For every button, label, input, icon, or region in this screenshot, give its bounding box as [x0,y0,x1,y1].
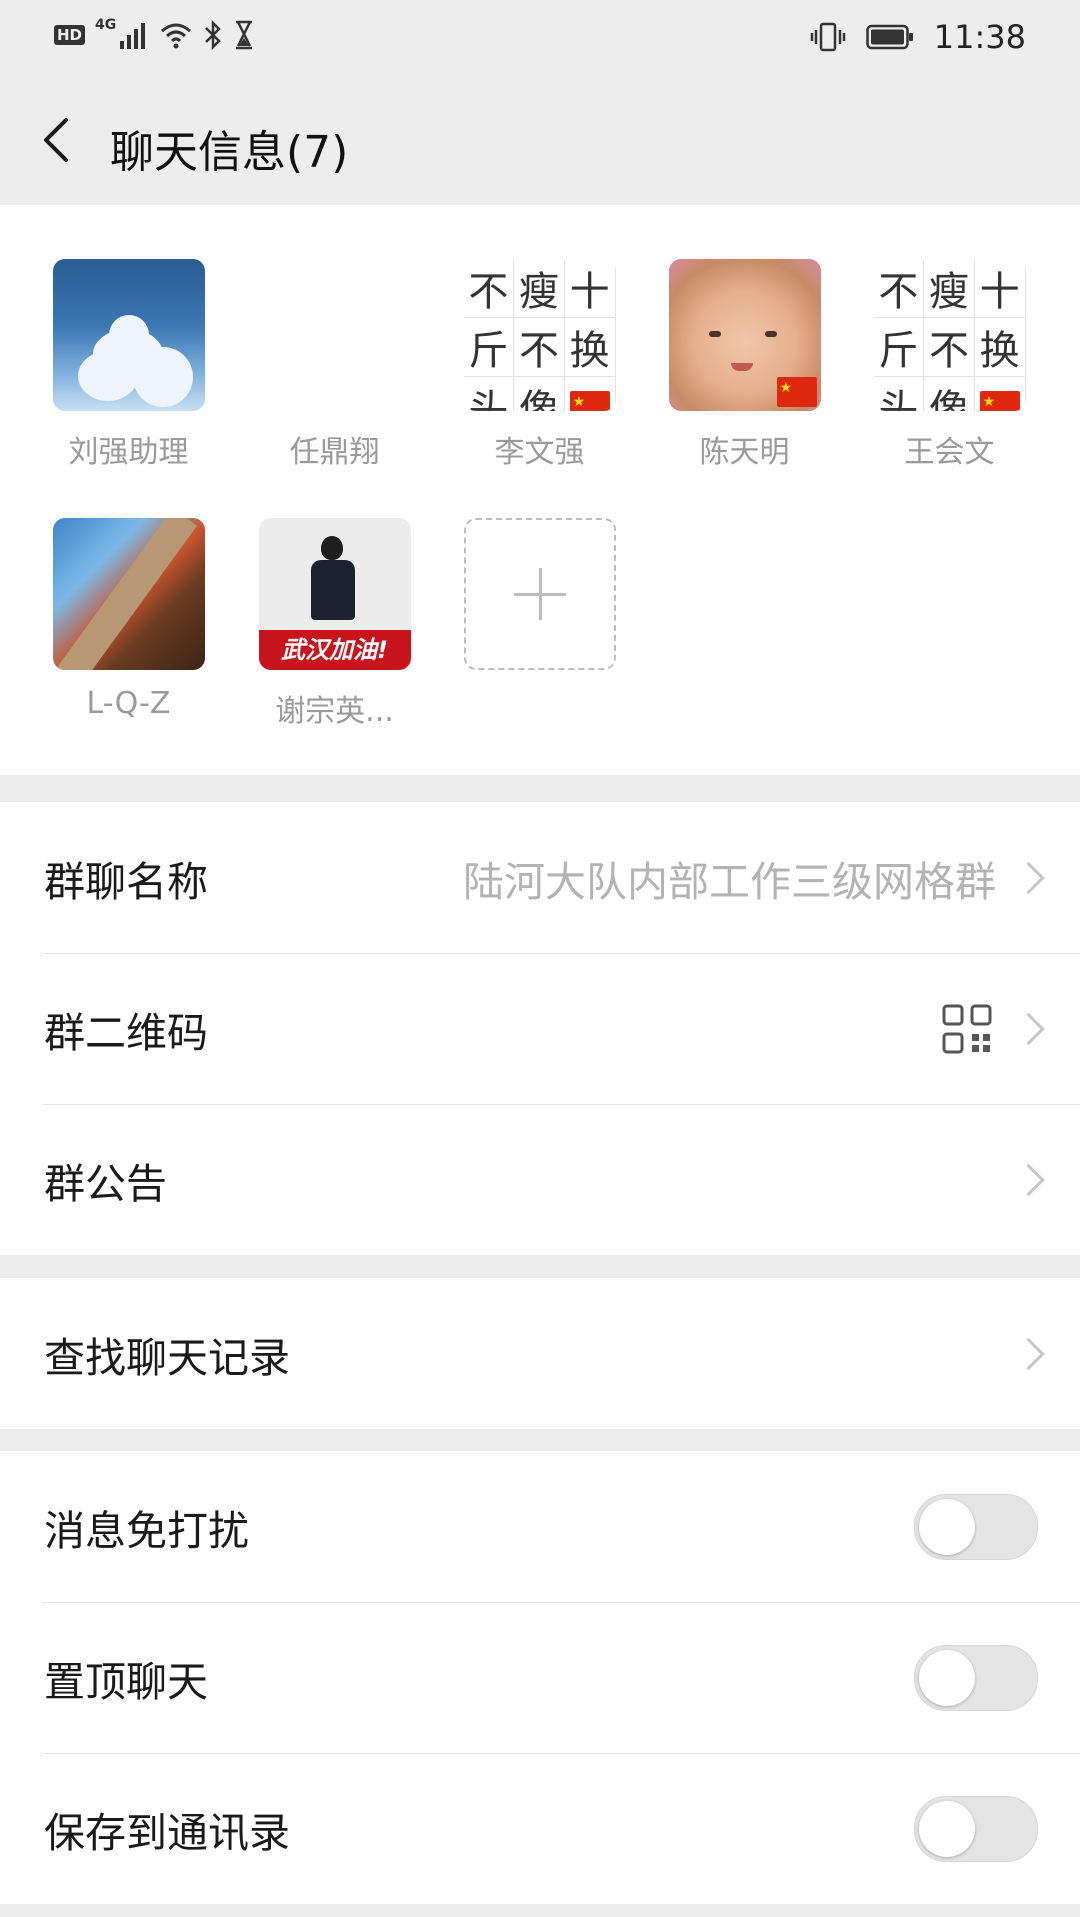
group-notice-row[interactable]: 群公告 [0,1104,1080,1255]
avatar-text: 不 [514,318,565,377]
member-item[interactable]: 刘强助理 [26,259,231,471]
avatar-text: 像 [924,377,975,411]
toggle-knob [919,1800,975,1857]
chevron-right-icon [1012,1337,1045,1370]
wifi-icon [161,23,192,49]
save-contacts-toggle[interactable] [914,1795,1038,1862]
toggle-knob [919,1498,975,1555]
bluetooth-icon [205,20,222,50]
avatar-text: 斤 [463,318,515,377]
page-title: 聊天信息(7) [110,127,349,178]
group-qr-label: 群二维码 [44,1008,208,1057]
member-name: L-Q-Z [86,686,171,721]
member-name: 任鼎翔 [289,435,380,470]
group-name-row[interactable]: 群聊名称 陆河大队内部工作三级网格群 [0,802,1080,953]
avatar [258,259,411,411]
avatar-text: 换 [974,318,1026,377]
avatar-text: 不 [873,259,925,318]
mute-label: 消息免打扰 [44,1506,249,1555]
avatar-text: 十 [564,259,616,318]
search-history-row[interactable]: 查找聊天记录 [0,1278,1080,1429]
save-contacts-row: 保存到通讯录 [0,1753,1080,1904]
vibrate-icon [810,22,846,52]
members-panel: 刘强助理 任鼎翔 不 瘦 十 斤 不 换 头 像 李文强 陈天明 不 [0,205,1080,775]
avatar: 武汉加油! [258,518,411,670]
member-item[interactable]: L-Q-Z [26,518,231,721]
avatar: 不 瘦 十 斤 不 换 头 像 [873,259,1026,411]
group-name-label: 群聊名称 [44,857,208,906]
avatar-text: 不 [463,259,515,318]
avatar-text: 头 [464,377,515,411]
back-arrow-icon[interactable] [30,110,90,170]
avatar-text: 斤 [873,318,925,377]
avatar-text: 十 [974,259,1026,318]
pin-label: 置顶聊天 [44,1657,208,1706]
nav-header: 聊天信息(7) [0,76,1080,204]
signal-icon [120,23,146,49]
status-right: 11:38 [810,18,1026,56]
pin-toggle[interactable] [914,1644,1038,1711]
group-name-value: 陆河大队内部工作三级网格群 [463,857,996,906]
group-info-section: 群聊名称 陆河大队内部工作三级网格群 群二维码 群公告 [0,802,1080,1255]
mute-row: 消息免打扰 [0,1451,1080,1602]
china-flag-icon [979,391,1020,411]
member-name: 王会文 [904,435,995,470]
member-item[interactable]: 陈天明 [642,259,847,471]
china-flag-icon [569,391,610,411]
avatar-banner: 武汉加油! [258,630,411,670]
china-flag-icon [776,377,817,407]
member-name: 陈天明 [699,435,790,470]
pin-row: 置顶聊天 [0,1602,1080,1753]
avatar-text: 头 [874,377,925,411]
group-notice-label: 群公告 [44,1159,167,1208]
toggle-knob [919,1649,975,1706]
chevron-right-icon [1012,1012,1045,1045]
member-item[interactable]: 武汉加油! 谢宗英... [232,518,437,730]
chevron-right-icon [1012,1163,1045,1196]
avatar-text: 像 [514,377,565,411]
member-name: 谢宗英... [275,694,394,729]
avatar-text: 换 [564,318,616,377]
network-type: 4G [95,17,117,33]
status-left: HD 4G [54,17,254,50]
member-name: 李文强 [494,435,585,470]
member-name: 刘强助理 [68,435,189,470]
member-item[interactable]: 不 瘦 十 斤 不 换 头 像 王会文 [847,259,1052,471]
avatar [52,518,205,670]
flag-cell [975,377,1026,411]
search-history-label: 查找聊天记录 [44,1333,290,1382]
status-bar: HD 4G 11:38 [0,0,1080,76]
avatar-text: 瘦 [514,259,565,318]
avatar [668,259,821,411]
avatar [52,259,205,411]
hd-badge: HD [54,25,86,45]
flag-cell [565,377,616,411]
search-section: 查找聊天记录 [0,1278,1080,1429]
clock: 11:38 [933,18,1026,56]
group-qr-row[interactable]: 群二维码 [0,953,1080,1104]
avatar-text: 不 [924,318,975,377]
member-item[interactable]: 任鼎翔 [232,259,437,471]
plus-icon[interactable] [463,518,616,670]
avatar: 不 瘦 十 斤 不 换 头 像 [463,259,616,411]
mute-toggle[interactable] [914,1493,1038,1560]
toggle-section: 消息免打扰 置顶聊天 保存到通讯录 [0,1451,1080,1904]
member-item[interactable]: 不 瘦 十 斤 不 换 头 像 李文强 [437,259,642,471]
qr-code-icon [942,1004,992,1053]
add-member-button[interactable] [437,518,642,670]
chevron-right-icon [1012,861,1045,894]
hourglass-icon [236,20,253,50]
save-contacts-label: 保存到通讯录 [44,1808,290,1857]
avatar-text: 瘦 [924,259,975,318]
battery-icon [866,24,913,50]
